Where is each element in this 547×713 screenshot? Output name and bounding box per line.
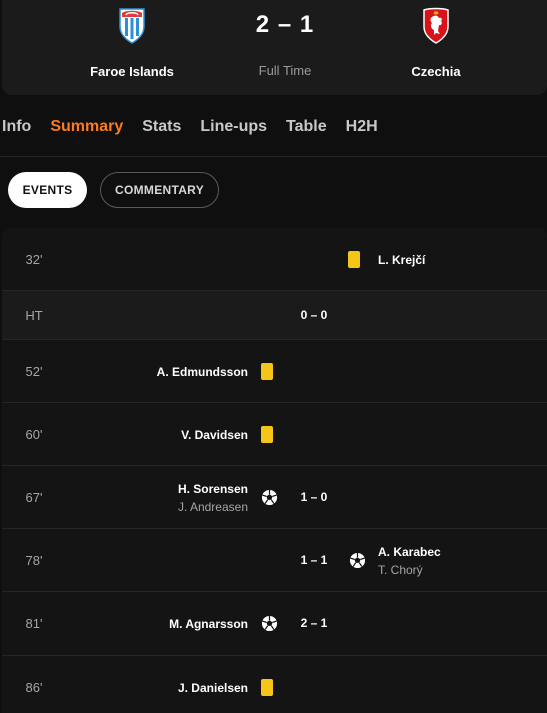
- event-player[interactable]: A. Edmundsson: [157, 365, 248, 379]
- event-minute: 78': [25, 553, 43, 568]
- half-time-row: HT 0 – 0: [2, 291, 547, 340]
- tab-summary[interactable]: Summary: [50, 118, 123, 136]
- events-timeline: 32' L. Krejčí HT 0 – 0 52' A. Edmundsson…: [2, 228, 547, 713]
- event-assist[interactable]: J. Andreasen: [178, 500, 248, 514]
- event-minute: 60': [25, 427, 43, 442]
- goal-score: 2 – 1: [300, 616, 328, 630]
- match-score: 2 – 1: [255, 11, 315, 38]
- event-minute: 52': [25, 364, 43, 379]
- yellow-card-icon: [261, 679, 273, 696]
- faroe-islands-crest-icon: [119, 8, 145, 44]
- match-header: Faroe Islands 2 – 1 Full Time Czechia: [2, 0, 547, 95]
- match-tabs: Info Summary Stats Line-ups Table H2H: [2, 118, 397, 136]
- tab-line-ups[interactable]: Line-ups: [200, 118, 267, 136]
- event-minute: 32': [25, 252, 43, 267]
- tab-stats[interactable]: Stats: [142, 118, 181, 136]
- match-status: Full Time: [258, 63, 312, 78]
- tabs-divider: [0, 156, 547, 157]
- yellow-card-icon: [348, 251, 360, 268]
- event-row: 32' L. Krejčí: [2, 228, 547, 291]
- czechia-crest-icon: [423, 7, 449, 44]
- event-minute: HT: [25, 308, 43, 323]
- half-time-score: 0 – 0: [300, 308, 328, 322]
- home-team-name: Faroe Islands: [90, 64, 174, 79]
- home-team[interactable]: Faroe Islands: [72, 0, 192, 79]
- goal-score: 1 – 0: [300, 490, 328, 504]
- event-row: 60' V. Davidsen: [2, 403, 547, 466]
- football-icon: [349, 552, 366, 569]
- events-toggle-button[interactable]: EVENTS: [8, 172, 87, 208]
- event-minute: 67': [25, 490, 43, 505]
- football-icon: [261, 489, 278, 506]
- away-team[interactable]: Czechia: [376, 0, 496, 79]
- yellow-card-icon: [261, 363, 273, 380]
- event-player[interactable]: A. Karabec: [378, 545, 441, 559]
- tab-table[interactable]: Table: [286, 118, 327, 136]
- event-minute: 86': [25, 680, 43, 695]
- event-player[interactable]: L. Krejčí: [378, 253, 425, 267]
- football-icon: [261, 615, 278, 632]
- event-player[interactable]: J. Danielsen: [178, 681, 248, 695]
- away-team-name: Czechia: [411, 64, 461, 79]
- event-row: 78' 1 – 1 A. Karabec T. Chorý: [2, 529, 547, 592]
- event-assist[interactable]: T. Chorý: [378, 563, 423, 577]
- event-player[interactable]: M. Agnarsson: [169, 617, 248, 631]
- event-player[interactable]: H. Sorensen: [178, 482, 248, 496]
- tab-info[interactable]: Info: [2, 118, 31, 136]
- commentary-toggle-button[interactable]: COMMENTARY: [100, 172, 219, 208]
- goal-score: 1 – 1: [300, 553, 328, 567]
- event-row: 52' A. Edmundsson: [2, 340, 547, 403]
- event-row: 81' M. Agnarsson 2 – 1: [2, 592, 547, 656]
- event-player[interactable]: V. Davidsen: [181, 428, 248, 442]
- tab-h2h[interactable]: H2H: [346, 118, 378, 136]
- event-row: 86' J. Danielsen: [2, 656, 547, 713]
- yellow-card-icon: [261, 426, 273, 443]
- event-row: 67' H. Sorensen J. Andreasen 1 – 0: [2, 466, 547, 529]
- event-minute: 81': [25, 616, 43, 631]
